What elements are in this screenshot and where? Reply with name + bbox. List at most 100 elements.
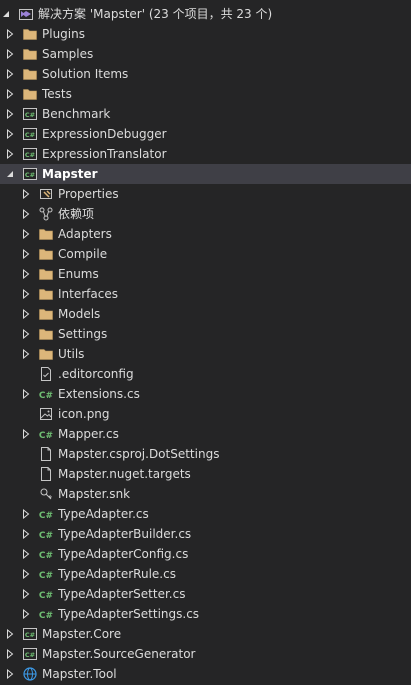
- csharp-project-icon: C#: [22, 146, 38, 162]
- tree-item[interactable]: Plugins: [0, 24, 411, 44]
- svg-text:C#: C#: [39, 591, 53, 601]
- collapsed-arrow-icon[interactable]: [20, 384, 32, 404]
- collapsed-arrow-icon[interactable]: [4, 624, 16, 644]
- tree-item[interactable]: Mapster.Tool: [0, 664, 411, 684]
- collapsed-arrow-icon[interactable]: [20, 244, 32, 264]
- tree-item[interactable]: Mapster.snk: [0, 484, 411, 504]
- tree-item-label: Mapster.SourceGenerator: [42, 647, 196, 661]
- tree-item-label: TypeAdapterBuilder.cs: [58, 527, 192, 541]
- csharp-project-icon: C#: [22, 106, 38, 122]
- tree-item-label: Interfaces: [58, 287, 118, 301]
- collapsed-arrow-icon[interactable]: [4, 664, 16, 684]
- collapsed-arrow-icon[interactable]: [4, 644, 16, 664]
- solution-node[interactable]: 解决方案 'Mapster' (23 个项目，共 23 个): [0, 4, 411, 24]
- dependencies-icon: [38, 206, 54, 222]
- tree-item-label: Compile: [58, 247, 108, 261]
- tree-item[interactable]: Interfaces: [0, 284, 411, 304]
- tree-item[interactable]: C# TypeAdapterBuilder.cs: [0, 524, 411, 544]
- collapsed-arrow-icon[interactable]: [4, 64, 16, 84]
- svg-text:C#: C#: [39, 611, 53, 621]
- tree-item[interactable]: C# Mapster.SourceGenerator: [0, 644, 411, 664]
- tree-item[interactable]: Utils: [0, 344, 411, 364]
- svg-text:C#: C#: [39, 431, 53, 441]
- tree-item[interactable]: C# TypeAdapterSettings.cs: [0, 604, 411, 624]
- collapsed-arrow-icon[interactable]: [20, 264, 32, 284]
- collapsed-arrow-icon[interactable]: [20, 604, 32, 624]
- svg-text:C#: C#: [39, 511, 53, 521]
- collapsed-arrow-icon[interactable]: [20, 344, 32, 364]
- tree-item[interactable]: C# TypeAdapterRule.cs: [0, 564, 411, 584]
- tree-item-label: TypeAdapterSetter.cs: [58, 587, 186, 601]
- collapsed-arrow-icon[interactable]: [20, 584, 32, 604]
- collapsed-arrow-icon[interactable]: [20, 524, 32, 544]
- csharp-project-icon: C#: [22, 646, 38, 662]
- tree-item[interactable]: .editorconfig: [0, 364, 411, 384]
- tree-item[interactable]: Properties: [0, 184, 411, 204]
- tree-item[interactable]: Compile: [0, 244, 411, 264]
- tree-item-label: ExpressionTranslator: [42, 147, 167, 161]
- tree-item[interactable]: Models: [0, 304, 411, 324]
- tree-item[interactable]: Tests: [0, 84, 411, 104]
- collapsed-arrow-icon[interactable]: [4, 124, 16, 144]
- csharp-project-icon: C#: [22, 126, 38, 142]
- tree-item[interactable]: C# TypeAdapter.cs: [0, 504, 411, 524]
- collapsed-arrow-icon[interactable]: [20, 324, 32, 344]
- collapsed-arrow-icon[interactable]: [4, 144, 16, 164]
- collapsed-arrow-icon[interactable]: [20, 544, 32, 564]
- collapsed-arrow-icon[interactable]: [20, 184, 32, 204]
- tree-item-label: Plugins: [42, 27, 85, 41]
- tree-item[interactable]: C# Mapster: [0, 164, 411, 184]
- tree-item[interactable]: Settings: [0, 324, 411, 344]
- svg-text:C#: C#: [39, 571, 53, 581]
- tree-item[interactable]: C# Extensions.cs: [0, 384, 411, 404]
- collapsed-arrow-icon[interactable]: [20, 224, 32, 244]
- tree-item[interactable]: C# ExpressionTranslator: [0, 144, 411, 164]
- csharp-file-icon: C#: [38, 606, 54, 622]
- tree-item[interactable]: icon.png: [0, 404, 411, 424]
- collapsed-arrow-icon[interactable]: [20, 304, 32, 324]
- folder-icon: [38, 326, 54, 342]
- tree-item[interactable]: Solution Items: [0, 64, 411, 84]
- tree-item-label: Extensions.cs: [58, 387, 140, 401]
- collapsed-arrow-icon[interactable]: [20, 504, 32, 524]
- csharp-file-icon: C#: [38, 386, 54, 402]
- svg-text:C#: C#: [25, 111, 35, 119]
- folder-icon: [38, 246, 54, 262]
- collapsed-arrow-icon[interactable]: [20, 284, 32, 304]
- tree-item-label: TypeAdapterRule.cs: [58, 567, 176, 581]
- svg-text:C#: C#: [39, 391, 53, 401]
- tree-item-label: Utils: [58, 347, 85, 361]
- tree-item-label: Mapster.Tool: [42, 667, 117, 681]
- tree-item[interactable]: Samples: [0, 44, 411, 64]
- csharp-project-icon: C#: [22, 166, 38, 182]
- svg-text:C#: C#: [25, 131, 35, 139]
- collapsed-arrow-icon[interactable]: [20, 204, 32, 224]
- tree-item[interactable]: Mapster.csproj.DotSettings: [0, 444, 411, 464]
- tree-item[interactable]: 依赖项: [0, 204, 411, 224]
- collapsed-arrow-icon[interactable]: [20, 424, 32, 444]
- tree-item[interactable]: C# Mapster.Core: [0, 624, 411, 644]
- collapsed-arrow-icon[interactable]: [4, 24, 16, 44]
- tree-item[interactable]: C# TypeAdapterSetter.cs: [0, 584, 411, 604]
- tree-item[interactable]: C# TypeAdapterConfig.cs: [0, 544, 411, 564]
- folder-icon: [22, 86, 38, 102]
- collapsed-arrow-icon[interactable]: [20, 564, 32, 584]
- tree-item[interactable]: C# Benchmark: [0, 104, 411, 124]
- expanded-arrow-icon[interactable]: [0, 4, 12, 24]
- csharp-project-icon: C#: [22, 626, 38, 642]
- expanded-arrow-icon[interactable]: [4, 164, 16, 184]
- collapsed-arrow-icon[interactable]: [4, 104, 16, 124]
- tree-items: Plugins Samples Solution Items Tests C# Bench…: [0, 24, 411, 684]
- tree-item[interactable]: C# ExpressionDebugger: [0, 124, 411, 144]
- tree-item-label: Mapster: [42, 167, 98, 181]
- tree-item[interactable]: C# Mapper.cs: [0, 424, 411, 444]
- collapsed-arrow-icon[interactable]: [4, 44, 16, 64]
- tree-item[interactable]: Enums: [0, 264, 411, 284]
- collapsed-arrow-icon[interactable]: [4, 84, 16, 104]
- tree-item[interactable]: Adapters: [0, 224, 411, 244]
- svg-text:C#: C#: [39, 531, 53, 541]
- tree-item-label: Mapster.snk: [58, 487, 131, 501]
- tree-item-label: Solution Items: [42, 67, 129, 81]
- tree-item-label: Benchmark: [42, 107, 111, 121]
- tree-item[interactable]: Mapster.nuget.targets: [0, 464, 411, 484]
